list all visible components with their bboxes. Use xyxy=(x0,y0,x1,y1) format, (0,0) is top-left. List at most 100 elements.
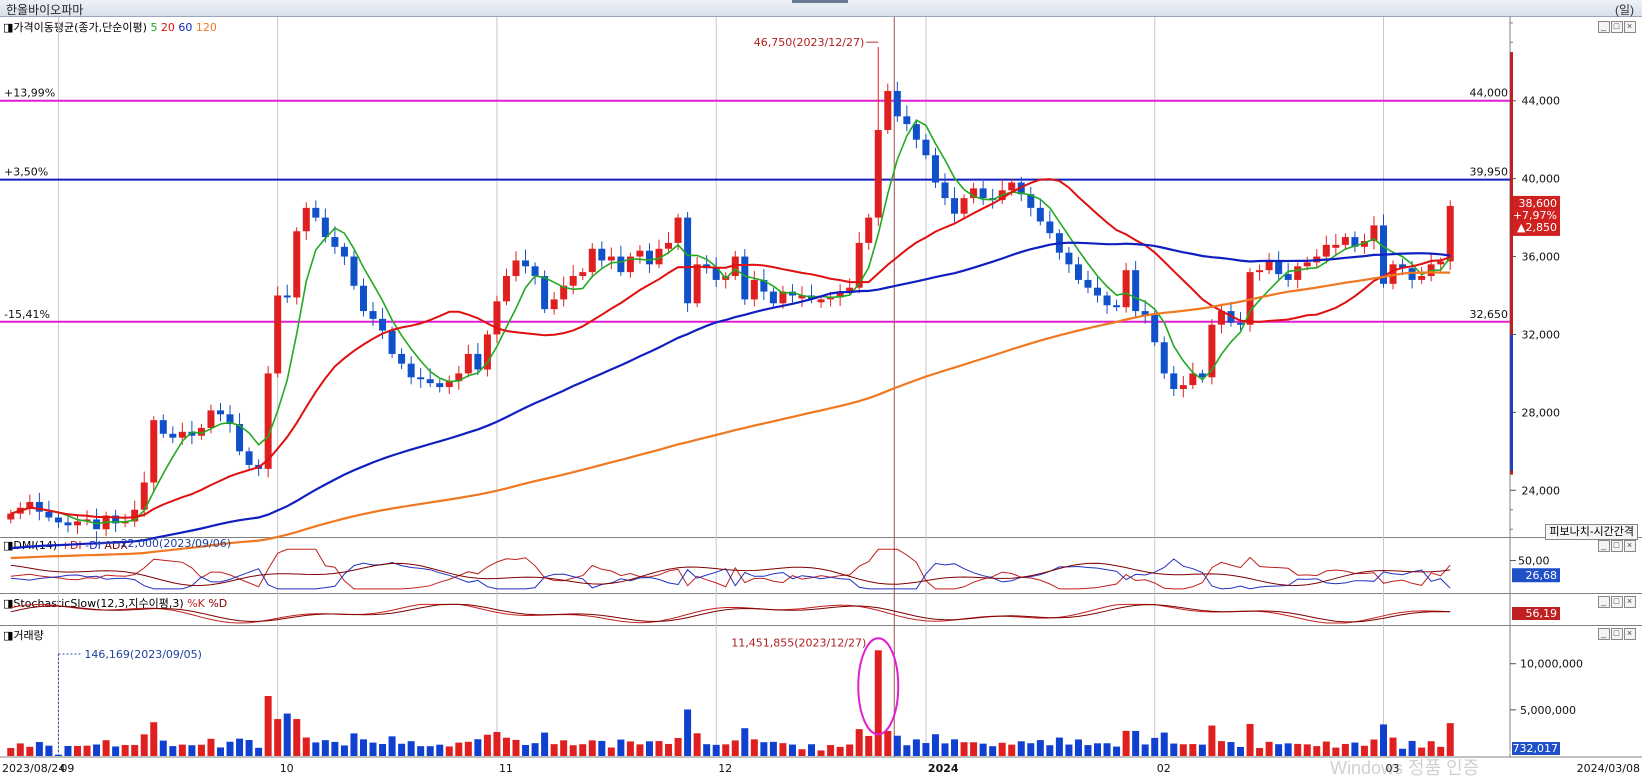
volume-bar xyxy=(1198,744,1206,756)
candle-body xyxy=(1113,305,1121,308)
candle-body xyxy=(207,410,215,428)
stock-chart[interactable]: 24,000 28,000 32,000 36,000 40,000 44,000 2023… xyxy=(0,0,1642,775)
volume-bar xyxy=(1160,732,1168,756)
x-axis-label: 02 xyxy=(1157,762,1171,775)
volume-bar xyxy=(1246,723,1254,756)
volume-bar xyxy=(54,754,62,756)
volume-bar xyxy=(989,746,997,756)
candle-body xyxy=(73,521,81,526)
volume-bar xyxy=(1322,741,1330,756)
volume-bar xyxy=(73,745,81,756)
candle-body xyxy=(1084,279,1092,288)
volume-bar xyxy=(703,744,711,756)
volume-bar xyxy=(197,744,205,756)
price-tick-label: 24,000 xyxy=(1522,484,1561,497)
volume-bar xyxy=(836,746,844,756)
candle-body xyxy=(302,207,310,232)
x-axis-label: 10 xyxy=(280,762,294,775)
volume-bar xyxy=(979,743,987,756)
volume-bar xyxy=(788,744,796,756)
volume-bar xyxy=(874,650,882,756)
candle-body xyxy=(1132,270,1140,312)
candle-body xyxy=(1151,314,1159,343)
volume-max-note: 11,451,855(2023/12/27) xyxy=(731,636,866,649)
volume-bar xyxy=(1103,743,1111,756)
candle-body xyxy=(1008,182,1016,191)
volume-bar xyxy=(1217,741,1225,756)
candle-body xyxy=(512,260,520,277)
candle-body xyxy=(1437,261,1445,265)
volume-bar xyxy=(264,696,272,756)
volume-bar xyxy=(293,719,301,756)
price-tick-label: 32,000 xyxy=(1522,328,1561,341)
candle-body xyxy=(64,522,72,526)
volume-bar xyxy=(617,739,625,756)
volume-bar xyxy=(102,740,110,756)
volume-bar xyxy=(140,734,148,756)
volume-bar xyxy=(1265,741,1273,756)
candle-body xyxy=(340,246,348,257)
volume-bar xyxy=(941,743,949,756)
candle-body xyxy=(750,279,758,300)
candle-body xyxy=(960,198,968,214)
volume-bar xyxy=(512,739,520,756)
dmi-tick-label: 50,00 xyxy=(1518,555,1550,568)
stoch-k-line xyxy=(10,603,1451,624)
volume-bar xyxy=(379,743,387,756)
x-axis-label: 09 xyxy=(60,762,74,775)
volume-bar xyxy=(436,744,444,756)
candle-body xyxy=(1332,244,1340,248)
volume-bar xyxy=(1151,737,1159,756)
volume-bar xyxy=(655,741,663,756)
candle-body xyxy=(550,299,558,310)
volume-bar xyxy=(808,744,816,756)
volume-bar xyxy=(1237,746,1245,756)
price-tick-label: 40,000 xyxy=(1522,173,1561,186)
volume-bar xyxy=(645,741,653,756)
candle-body xyxy=(1303,262,1311,267)
reference-pct-label: -15,41% xyxy=(4,308,50,321)
candle-body xyxy=(436,383,444,388)
volume-bar xyxy=(1208,725,1216,756)
candle-body xyxy=(617,256,625,273)
volume-bar xyxy=(731,740,739,756)
candle-body xyxy=(884,91,892,130)
volume-bar xyxy=(541,732,549,756)
volume-bar xyxy=(779,743,787,756)
volume-bar xyxy=(178,744,186,756)
candle-body xyxy=(474,353,482,370)
volume-bar xyxy=(398,743,406,756)
price-tick-label: 36,000 xyxy=(1522,251,1561,264)
volume-bar xyxy=(693,733,701,756)
max-price-note: 46,750(2023/12/27) xyxy=(754,36,864,49)
volume-bar xyxy=(855,729,863,756)
volume-bar xyxy=(1122,730,1130,756)
candle-body xyxy=(569,276,577,286)
candle-body xyxy=(1094,287,1102,296)
volume-bar xyxy=(722,744,730,756)
volume-bar xyxy=(83,745,91,756)
volume-bar xyxy=(493,731,501,756)
volume-bar xyxy=(359,739,367,756)
volume-bar xyxy=(550,744,558,756)
volume-bar xyxy=(817,750,825,756)
x-axis-label: 12 xyxy=(718,762,732,775)
volume-bar xyxy=(502,737,510,756)
candle-body xyxy=(369,311,377,319)
volume-bar xyxy=(16,743,24,756)
volume-bar xyxy=(321,740,329,756)
volume-bar xyxy=(1170,743,1178,756)
candle-body xyxy=(1322,244,1330,257)
volume-bar xyxy=(903,745,911,756)
volume-bar xyxy=(598,740,606,756)
volume-bar xyxy=(445,746,453,756)
candle-body xyxy=(45,511,53,518)
volume-bar xyxy=(283,713,291,756)
candle-body xyxy=(1046,221,1054,234)
volume-bar xyxy=(970,742,978,756)
candle-body xyxy=(312,207,320,218)
volume-bar xyxy=(112,746,120,756)
volume-bar xyxy=(64,745,72,756)
volume-bar xyxy=(588,740,596,756)
volume-bar xyxy=(674,737,682,756)
